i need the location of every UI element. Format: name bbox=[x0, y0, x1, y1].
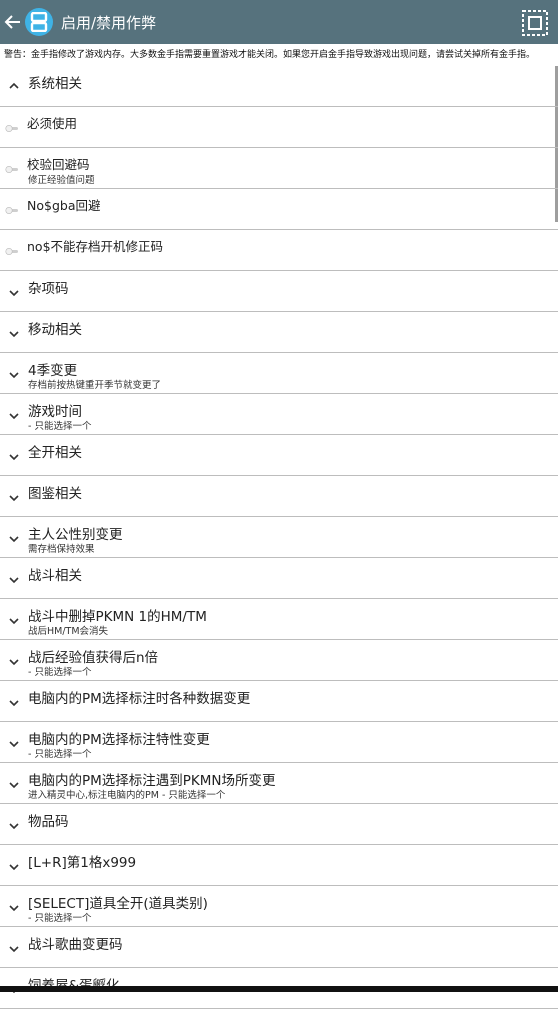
chevron-down-icon bbox=[9, 331, 19, 338]
row-subtitle: 需存档保持效果 bbox=[28, 544, 95, 555]
chevron-down-icon bbox=[9, 864, 19, 871]
chevron-down-icon bbox=[9, 495, 19, 502]
category-row[interactable]: 杂项码 bbox=[0, 271, 558, 312]
chevron-down-icon bbox=[9, 823, 19, 830]
category-row[interactable]: [L+R]第1格x999 bbox=[0, 845, 558, 886]
category-row[interactable]: 电脑内的PM选择标注特性变更 - 只能选择一个 bbox=[0, 722, 558, 763]
toggle-switch-icon[interactable] bbox=[5, 166, 19, 173]
app-bar: 启用/禁用作弊 bbox=[0, 0, 558, 44]
cheat-item-row[interactable]: No$gba回避 bbox=[0, 189, 558, 230]
toggle-switch-icon[interactable] bbox=[5, 125, 19, 132]
chevron-up-icon bbox=[9, 82, 19, 89]
row-subtitle: - 只能选择一个 bbox=[28, 667, 92, 678]
category-row[interactable]: 电脑内的PM选择标注时各种数据变更 bbox=[0, 681, 558, 722]
warning-text: 警告：金手指修改了游戏内存。大多数金手指需要重置游戏才能关闭。如果您开启金手指导… bbox=[4, 50, 536, 60]
category-row[interactable]: 移动相关 bbox=[0, 312, 558, 353]
toggle-switch-icon[interactable] bbox=[5, 207, 19, 214]
row-title: 移动相关 bbox=[28, 322, 82, 338]
row-subtitle: - 只能选择一个 bbox=[28, 913, 92, 924]
row-title: [SELECT]道具全开(道具类别) bbox=[28, 896, 208, 912]
row-subtitle: 存档前按热键重开季节就变更了 bbox=[28, 380, 162, 391]
chevron-down-icon bbox=[9, 946, 19, 953]
row-subtitle: 修正经验值问题 bbox=[28, 175, 95, 186]
row-title: 电脑内的PM选择标注特性变更 bbox=[28, 732, 210, 748]
chevron-down-icon bbox=[9, 700, 19, 707]
toggle-switch-icon[interactable] bbox=[5, 248, 19, 255]
category-row[interactable]: 物品码 bbox=[0, 804, 558, 845]
category-row[interactable]: 4季变更 存档前按热键重开季节就变更了 bbox=[0, 353, 558, 394]
category-row[interactable]: 战斗歌曲变更码 bbox=[0, 927, 558, 968]
cheat-list: 系统相关必须使用校验回避码修正经验值问题 No$gba回避 no$不能存档开机修正码… bbox=[0, 66, 558, 1009]
system-nav-bar bbox=[0, 986, 558, 992]
ds-app-logo-icon bbox=[25, 8, 53, 36]
arrow-back-icon[interactable] bbox=[3, 0, 23, 44]
chevron-down-icon bbox=[9, 577, 19, 584]
category-row[interactable]: 电脑内的PM选择标注遇到PKMN场所变更 进入精灵中心,标注电脑内的PM - 只能… bbox=[0, 763, 558, 804]
row-subtitle: 战后HM/TM会消失 bbox=[28, 626, 109, 637]
row-title: 校验回避码 bbox=[27, 157, 90, 172]
row-title: 主人公性别变更 bbox=[28, 527, 123, 543]
row-title: 电脑内的PM选择标注时各种数据变更 bbox=[28, 691, 251, 707]
cheat-item-row[interactable]: no$不能存档开机修正码 bbox=[0, 230, 558, 271]
row-title: 战斗中删掉PKMN 1的HM/TM bbox=[28, 609, 207, 625]
page-title: 启用/禁用作弊 bbox=[61, 13, 157, 32]
row-title: 必须使用 bbox=[27, 116, 78, 131]
row-title: 杂项码 bbox=[28, 281, 69, 297]
chevron-down-icon bbox=[9, 536, 19, 543]
row-title: 战斗相关 bbox=[28, 568, 82, 584]
chevron-down-icon bbox=[9, 290, 19, 297]
row-title: 游戏时间 bbox=[28, 404, 82, 420]
chevron-down-icon bbox=[9, 905, 19, 912]
category-row[interactable]: 图鉴相关 bbox=[0, 476, 558, 517]
row-title: 物品码 bbox=[28, 814, 69, 830]
chevron-down-icon bbox=[9, 782, 19, 789]
chevron-down-icon bbox=[9, 372, 19, 379]
row-subtitle: 进入精灵中心,标注电脑内的PM - 只能选择一个 bbox=[28, 790, 226, 801]
row-title: 电脑内的PM选择标注遇到PKMN场所变更 bbox=[28, 773, 276, 789]
category-row[interactable]: 战斗相关 bbox=[0, 558, 558, 599]
row-title: [L+R]第1格x999 bbox=[28, 855, 137, 871]
row-title: 4季变更 bbox=[28, 363, 78, 379]
chevron-down-icon bbox=[9, 659, 19, 666]
row-subtitle: - 只能选择一个 bbox=[28, 749, 92, 760]
category-row[interactable]: 游戏时间 - 只能选择一个 bbox=[0, 394, 558, 435]
row-title: 战斗歌曲变更码 bbox=[28, 937, 123, 953]
category-row[interactable]: 系统相关 bbox=[0, 66, 558, 107]
row-title: 战后经验值获得后n倍 bbox=[28, 650, 159, 666]
select-all-grid-icon[interactable] bbox=[522, 10, 548, 36]
chevron-down-icon bbox=[9, 413, 19, 420]
row-subtitle: - 只能选择一个 bbox=[28, 421, 92, 432]
row-title: 图鉴相关 bbox=[28, 486, 82, 502]
category-row[interactable]: 战斗中删掉PKMN 1的HM/TM 战后HM/TM会消失 bbox=[0, 599, 558, 640]
chevron-down-icon bbox=[9, 618, 19, 625]
chevron-down-icon bbox=[9, 741, 19, 748]
chevron-down-icon bbox=[9, 454, 19, 461]
category-row[interactable]: 主人公性别变更 需存档保持效果 bbox=[0, 517, 558, 558]
category-row[interactable]: 全开相关 bbox=[0, 435, 558, 476]
cheat-item-row[interactable]: 校验回避码修正经验值问题 bbox=[0, 148, 558, 189]
row-title: 系统相关 bbox=[28, 76, 82, 92]
cheat-item-row[interactable]: 必须使用 bbox=[0, 107, 558, 148]
category-row[interactable]: 战后经验值获得后n倍 - 只能选择一个 bbox=[0, 640, 558, 681]
category-row[interactable]: [SELECT]道具全开(道具类别) - 只能选择一个 bbox=[0, 886, 558, 927]
row-title: no$不能存档开机修正码 bbox=[27, 239, 164, 254]
row-title: 全开相关 bbox=[28, 445, 82, 461]
row-title: No$gba回避 bbox=[27, 198, 101, 213]
